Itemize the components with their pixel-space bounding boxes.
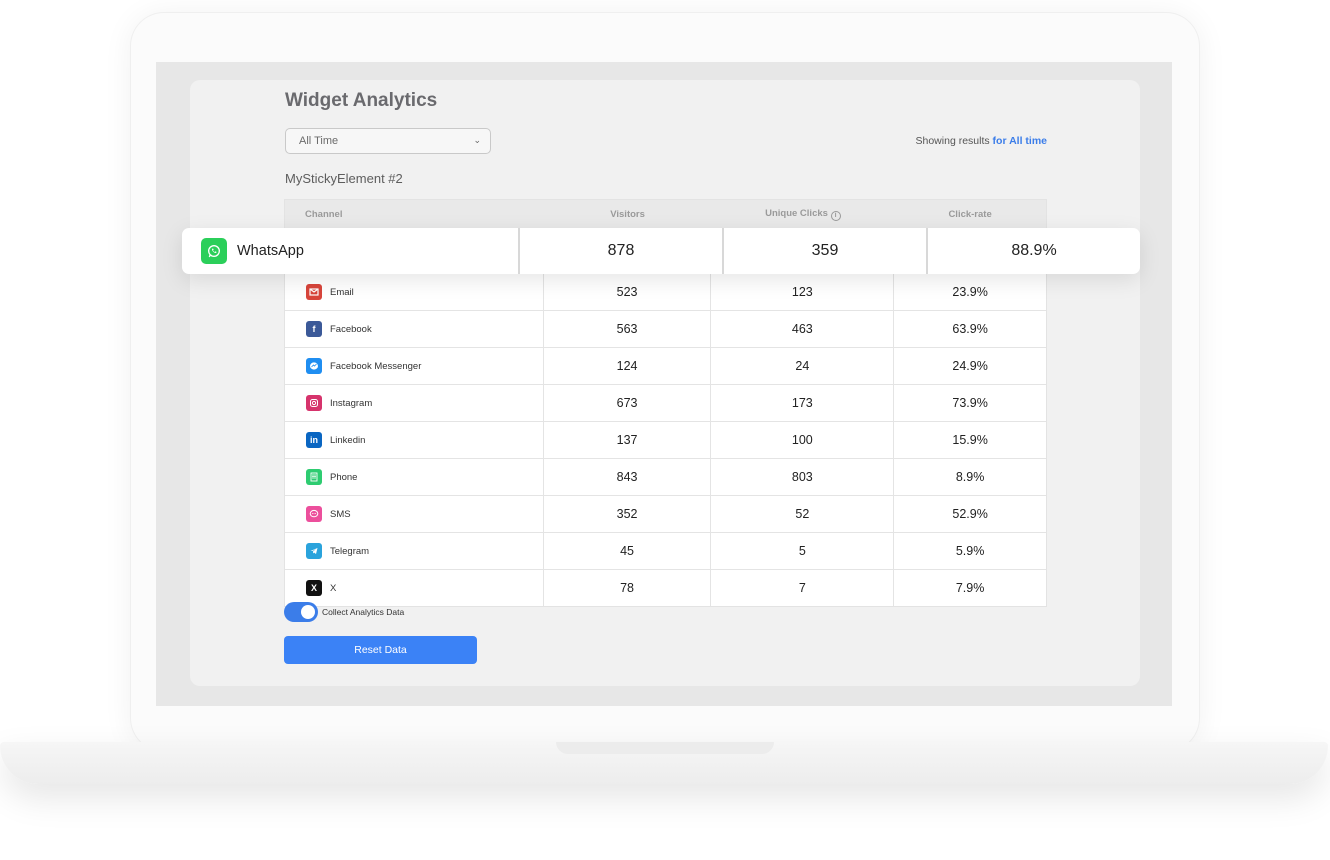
channel-cell: SMS [285,496,544,532]
clicks-cell: 100 [711,422,895,458]
messenger-icon [306,358,322,374]
laptop-notch [556,742,774,754]
clicks-cell: 24 [711,348,895,384]
visitors-cell: 352 [544,496,712,532]
clicks-cell: 5 [711,533,895,569]
whatsapp-icon [201,238,227,264]
page-title: Widget Analytics [285,90,438,111]
table-header: Channel Visitors Unique Clicks i Click-r… [285,200,1046,228]
toggle-knob [301,605,315,619]
rate-cell: 15.9% [952,433,988,447]
rate-cell: 63.9% [952,322,988,336]
clicks-cell: 173 [711,385,895,421]
highlight-rate: 88.9% [1011,242,1057,259]
table-row: Facebook Messenger 124 24 24.9% [285,347,1046,384]
visitors-cell: 843 [544,459,712,495]
visitors-cell: 124 [544,348,712,384]
table-body: Email 523 123 23.9% f Facebook 563 463 63.9% Face… [285,274,1046,606]
channel-label: SMS [330,508,351,520]
facebook-icon: f [306,321,322,337]
clicks-cell: 463 [711,311,895,347]
rate-cell: 24.9% [952,359,988,373]
highlight-visitors: 878 [520,228,724,274]
visitors-cell: 137 [544,422,712,458]
channel-label: X [330,582,337,594]
channel-label: Email [330,286,354,298]
visitors-cell: 523 [544,274,712,310]
period-select-value: All Time [299,135,339,147]
channel-label: Phone [330,471,358,483]
channel-label: Facebook Messenger [330,360,422,372]
chevron-down-icon: ⌄ [473,135,481,145]
sms-icon [306,506,322,522]
table-row: in Linkedin 137 100 15.9% [285,421,1046,458]
header-channel: Channel [305,208,343,220]
header-unique-clicks: Unique Clicks i [711,208,894,221]
visitors-cell: 563 [544,311,712,347]
channel-cell: Phone [285,459,544,495]
table-row: Phone 843 803 8.9% [285,458,1046,495]
showing-results: Showing results for All time [916,135,1048,147]
clicks-cell: 52 [711,496,895,532]
rate-cell: 5.9% [955,544,985,558]
table-row: Telegram 45 5 5.9% [285,532,1046,569]
x-icon: X [306,580,322,596]
highlighted-row-whatsapp: WhatsApp 878 359 88.9% [182,228,1140,274]
channel-label: Telegram [330,545,370,557]
rate-cell: 7.9% [955,581,985,595]
channel-cell: in Linkedin [285,422,544,458]
linkedin-icon: in [306,432,322,448]
table-row: SMS 352 52 52.9% [285,495,1046,532]
channel-cell: Instagram [285,385,544,421]
channel-label: Linkedin [330,434,366,446]
highlight-channel-label: WhatsApp [237,243,304,259]
telegram-icon [306,543,322,559]
header-unique-clicks-label: Unique Clicks [765,207,828,219]
visitors-cell: 45 [544,533,712,569]
table-row: Instagram 673 173 73.9% [285,384,1046,421]
collect-analytics-label: Collect Analytics Data [322,607,405,617]
collect-analytics-toggle[interactable] [284,602,318,622]
highlight-channel-cell: WhatsApp [182,228,520,274]
clicks-cell: 803 [711,459,895,495]
table-row: X X 78 7 7.9% [285,569,1046,606]
channel-label: Instagram [330,397,373,409]
rate-cell: 8.9% [955,470,985,484]
visitors-cell: 78 [544,570,712,606]
info-icon[interactable]: i [830,210,841,221]
phone-icon [306,469,322,485]
visitors-cell: 673 [544,385,712,421]
clicks-cell: 7 [711,570,895,606]
showing-prefix: Showing results [915,135,990,147]
channel-cell: Telegram [285,533,544,569]
rate-cell: 52.9% [952,507,988,521]
header-click-rate: Click-rate [948,208,992,220]
channel-cell: XX [285,570,544,606]
table-row: Email 523 123 23.9% [285,274,1046,310]
rate-cell: 23.9% [952,285,988,299]
channel-cell: Facebook Messenger [285,348,544,384]
showing-period: for All time [992,135,1047,147]
channel-cell: Email [285,274,544,310]
table-row: f Facebook 563 463 63.9% [285,310,1046,347]
header-visitors: Visitors [610,208,645,220]
element-name: MyStickyElement #2 [285,171,403,186]
reset-data-button[interactable]: Reset Data [284,636,477,664]
highlight-clicks: 359 [724,228,928,274]
channel-cell: f Facebook [285,311,544,347]
instagram-icon [306,395,322,411]
rate-cell: 73.9% [952,396,988,410]
email-icon [306,284,322,300]
channel-label: Facebook [330,323,372,335]
period-select[interactable]: All Time ⌄ [285,128,491,154]
clicks-cell: 123 [711,274,895,310]
